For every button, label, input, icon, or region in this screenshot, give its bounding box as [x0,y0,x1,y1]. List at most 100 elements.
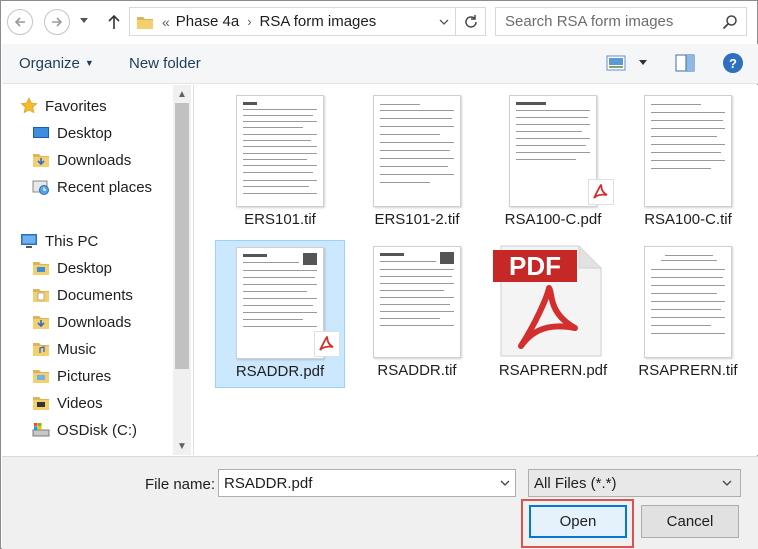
file-tile[interactable]: ERS101-2.tif [352,89,482,237]
file-tile[interactable]: ERS101.tif [215,89,345,237]
music-icon [33,343,49,356]
pdf-icon [588,179,614,205]
forward-arrow-icon [52,17,63,27]
chevron-down-icon [722,480,732,486]
sidebar-item-label: Favorites [45,97,107,115]
sidebar-item-label: Music [57,340,97,358]
organize-label: Organize [19,55,80,72]
back-arrow-icon [14,17,25,27]
chevron-down-icon [439,19,449,25]
sidebar-item-favorites[interactable]: Favorites [20,94,190,118]
forward-button[interactable] [44,9,70,35]
pdf-file-icon: PDF [493,245,602,357]
breadcrumb-overflow[interactable]: « [162,14,170,30]
file-name: RSA100-C.tif [644,211,732,228]
desktop-icon [33,127,49,138]
search-icon[interactable] [722,14,738,30]
drive-icon [32,423,50,437]
scroll-up-icon[interactable]: ▲ [173,85,191,103]
file-type-value: All Files (*.*) [534,474,617,492]
breadcrumb-rsa-form-images[interactable]: RSA form images [260,13,377,30]
up-button[interactable] [102,9,126,35]
scroll-thumb[interactable] [175,103,189,369]
documents-icon [33,289,49,302]
videos-icon [33,397,49,410]
file-tile[interactable]: RSA100-C.pdf [488,89,618,237]
sidebar-item-this-pc[interactable]: This PC [20,229,190,253]
breadcrumb-separator[interactable]: › [247,14,251,29]
document-thumbnail [236,95,324,207]
file-name-value: RSADDR.pdf [224,474,313,492]
document-thumbnail [236,247,324,359]
organize-menu[interactable]: Organize ▼ [19,55,94,72]
address-dropdown[interactable] [437,15,451,29]
sidebar-item-label: Recent places [57,178,153,196]
sidebar-item-label: Pictures [57,367,112,385]
new-folder-button[interactable]: New folder [129,55,201,72]
document-thumbnail [509,95,597,207]
nav-scrollbar[interactable]: ▲ ▼ [173,85,191,455]
sidebar-item-label: OSDisk (C:) [57,421,137,439]
file-name: RSA100-C.pdf [504,211,602,228]
address-bar[interactable]: « Phase 4a › RSA form images [129,7,486,36]
downloads-icon [33,316,49,329]
sidebar-item-label: Downloads [57,151,132,169]
file-name-label: File name: [145,476,216,493]
refresh-icon [464,14,477,28]
file-name: RSADDR.tif [377,362,457,379]
file-tile[interactable]: RSAPRERN.tif [623,240,753,388]
document-thumbnail [644,246,732,358]
search-placeholder: Search RSA form images [505,13,674,30]
file-name-field[interactable]: RSADDR.pdf [218,469,516,497]
command-toolbar: Organize ▼ New folder ? [2,44,758,84]
file-type-select[interactable]: All Files (*.*) [528,469,741,497]
view-options-dropdown[interactable] [639,60,647,65]
refresh-button[interactable] [455,8,485,35]
file-tile-selected[interactable]: RSADDR.pdf [215,240,345,388]
dialog-footer: File name: RSADDR.pdf All Files (*.*) Op… [2,456,758,549]
up-arrow-icon [108,14,120,29]
folder-icon [132,8,158,35]
file-open-dialog: « Phase 4a › RSA form images Search RSA … [0,0,758,549]
star-icon [20,97,38,114]
back-button[interactable] [7,9,33,35]
file-tile[interactable]: RSADDR.tif [352,240,482,388]
file-name: RSAPRERN.tif [638,362,738,379]
file-name: RSAPRERN.pdf [498,362,608,379]
chevron-down-icon[interactable] [500,478,510,488]
file-list: ERS101.tif ERS101-2.tif RSA100-C.pdf RSA… [193,85,758,455]
address-row: « Phase 4a › RSA form images Search RSA … [1,1,757,43]
file-name: RSADDR.pdf [235,363,325,380]
sidebar-item-label: This PC [45,232,99,250]
sidebar-item-label: Desktop [57,124,113,142]
svg-text:PDF: PDF [509,251,561,281]
desktop-icon [33,262,49,275]
caret-down-icon: ▼ [84,58,94,68]
preview-pane-icon[interactable] [675,54,695,72]
document-thumbnail [373,246,461,358]
file-tile[interactable]: RSA100-C.tif [623,89,753,237]
cancel-button[interactable]: Cancel [641,505,739,538]
breadcrumb-phase-4a[interactable]: Phase 4a [176,13,239,30]
sidebar-item-label: Videos [57,394,103,412]
sidebar-item-label: Documents [57,286,133,304]
recent-places-icon [32,180,49,195]
document-thumbnail [644,95,732,207]
file-name: ERS101-2.tif [374,211,460,228]
file-tile[interactable]: PDF RSAPRERN.pdf [488,240,618,388]
pictures-icon [33,370,49,383]
scroll-down-icon[interactable]: ▼ [173,437,191,455]
computer-icon [21,234,37,248]
sidebar-item-label: Downloads [57,313,132,331]
document-thumbnail [373,95,461,207]
change-view-icon[interactable] [606,55,626,71]
downloads-icon [33,154,49,167]
recent-locations-dropdown[interactable] [80,18,88,23]
search-input[interactable]: Search RSA form images [495,7,747,36]
help-icon[interactable]: ? [723,53,743,73]
file-name: ERS101.tif [244,211,316,228]
navigation-pane: Favorites Desktop Downloads Recent place… [2,85,191,455]
pdf-icon [314,331,340,357]
sidebar-item-label: Desktop [57,259,113,277]
open-button[interactable]: Open [529,505,627,538]
